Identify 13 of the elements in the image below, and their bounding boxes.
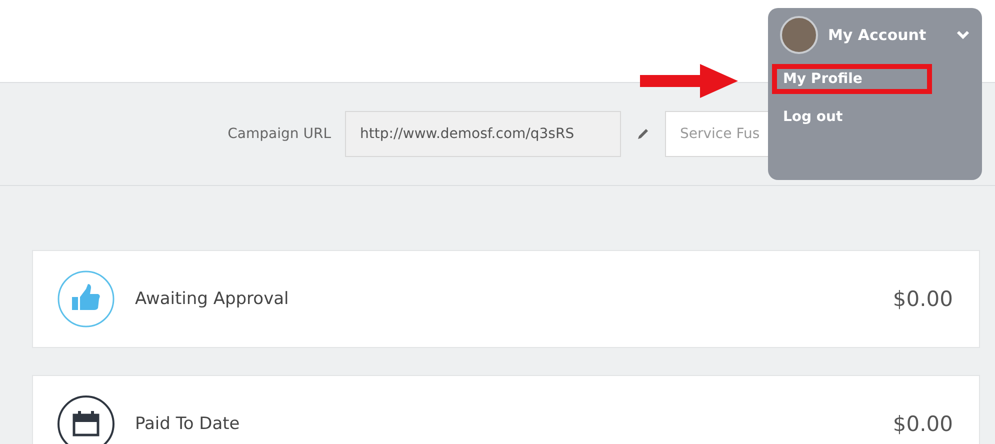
card-label: Paid To Date: [135, 414, 241, 434]
card-label: Awaiting Approval: [135, 289, 290, 309]
card-amount: $0.00: [892, 287, 953, 311]
avatar-icon: [780, 16, 818, 54]
account-menu-button[interactable]: My Account: [780, 16, 970, 54]
caret-icon: [956, 30, 970, 40]
calendar-icon: [57, 395, 115, 444]
menu-item[interactable]: My Profile: [772, 64, 932, 94]
card-amount: $0.00: [892, 412, 953, 436]
campaign-url-field[interactable]: http://www.demosf.com/q3sRS: [345, 111, 621, 157]
pencil-icon[interactable]: [635, 126, 651, 142]
campaign-url-label: Campaign URL: [228, 126, 331, 142]
thumbs-up-icon: [57, 270, 115, 328]
